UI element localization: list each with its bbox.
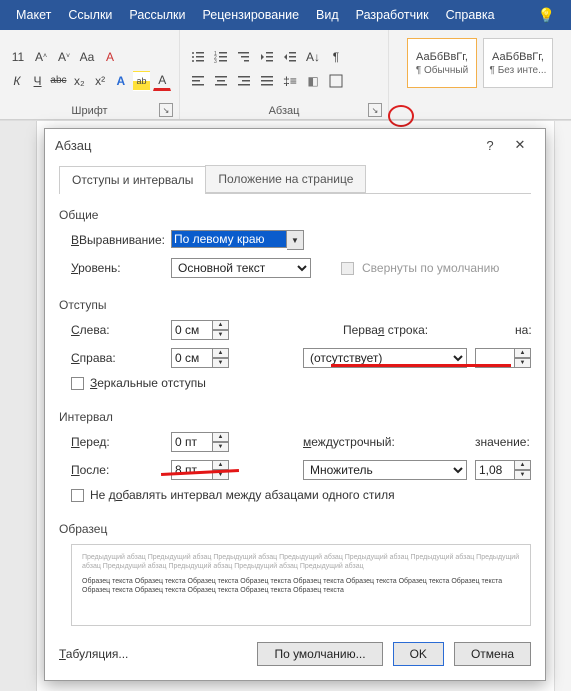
tell-me-icon[interactable]: 💡 — [532, 7, 561, 24]
line-spacing-icon[interactable]: ‡≡ — [280, 71, 300, 91]
superscript-icon[interactable]: x² — [91, 71, 109, 91]
section-preview: Образец — [59, 522, 111, 536]
dialog-title: Абзац — [55, 138, 91, 153]
sort-icon[interactable]: A↓ — [303, 47, 323, 67]
ribbon: 11 A˄ A˅ Aa A К Ч abc x₂ x² A ab A Шрифт… — [0, 30, 571, 120]
ribbon-group-label: Шрифт ↘ — [8, 103, 171, 117]
show-marks-icon[interactable]: ¶ — [326, 47, 346, 67]
multilevel-icon[interactable] — [234, 47, 254, 67]
indent-right-icon[interactable] — [280, 47, 300, 67]
tab-position[interactable]: Положение на странице — [205, 165, 366, 193]
style-normal[interactable]: АаБбВвГг, ¶ Обычный — [407, 38, 477, 88]
section-indent: Отступы — [59, 298, 110, 312]
underline-icon[interactable]: Ч — [29, 71, 47, 91]
style-no-spacing[interactable]: АаБбВвГг, ¶ Без инте... — [483, 38, 553, 88]
collapse-checkbox — [341, 262, 354, 275]
line-spacing-value[interactable] — [475, 460, 515, 480]
shrink-font-icon[interactable]: A˅ — [54, 47, 74, 67]
annotation-underline — [331, 364, 511, 367]
indent-left-input[interactable] — [171, 320, 213, 340]
menu-item[interactable]: Рассылки — [123, 8, 191, 22]
align-right-icon[interactable] — [234, 71, 254, 91]
font-color-icon[interactable]: A — [153, 71, 171, 91]
text-effects-icon[interactable]: A — [112, 71, 130, 91]
no-space-same-checkbox[interactable] — [71, 489, 84, 502]
annotation-circle — [388, 105, 414, 127]
indent-left-icon[interactable] — [257, 47, 277, 67]
grow-font-icon[interactable]: A˄ — [31, 47, 51, 67]
font-size[interactable]: 11 — [8, 47, 28, 67]
collapse-label: Свернуты по умолчанию — [362, 261, 499, 275]
alignment-select[interactable]: По левому краю — [171, 230, 287, 248]
section-general: Общие — [59, 208, 102, 222]
paragraph-dialog: Абзац ? ✕ Отступы и интервалы Положение … — [44, 128, 546, 681]
menu-item[interactable]: Рецензирование — [197, 8, 306, 22]
numbering-icon[interactable]: 123 — [211, 47, 231, 67]
mirror-checkbox[interactable] — [71, 377, 84, 390]
borders-icon[interactable] — [326, 71, 346, 91]
level-select[interactable]: Основной текст — [171, 258, 311, 278]
svg-text:3: 3 — [214, 59, 217, 64]
paragraph-launcher-icon[interactable]: ↘ — [368, 103, 382, 117]
bullets-icon[interactable] — [188, 47, 208, 67]
preview-box: Предыдущий абзац Предыдущий абзац Предыд… — [71, 544, 531, 626]
line-spacing-select[interactable]: Множитель — [303, 460, 467, 480]
spinner[interactable]: ▲▼ — [213, 432, 229, 452]
strike-icon[interactable]: abc — [49, 71, 67, 91]
space-before-input[interactable] — [171, 432, 213, 452]
clear-format-icon[interactable]: A — [100, 47, 120, 67]
menu-item[interactable]: Справка — [440, 8, 501, 22]
chevron-down-icon[interactable]: ▼ — [287, 230, 304, 250]
change-case-icon[interactable]: Aa — [77, 47, 97, 67]
indent-right-input[interactable] — [171, 348, 213, 368]
font-launcher-icon[interactable]: ↘ — [159, 103, 173, 117]
help-button[interactable]: ? — [475, 138, 505, 153]
tab-indents[interactable]: Отступы и интервалы — [59, 166, 206, 194]
align-left-icon[interactable] — [188, 71, 208, 91]
spinner[interactable]: ▲▼ — [213, 348, 229, 368]
spinner[interactable]: ▲▼ — [213, 320, 229, 340]
section-spacing: Интервал — [59, 410, 117, 424]
menu-item[interactable]: Макет — [10, 8, 57, 22]
menu-item[interactable]: Ссылки — [62, 8, 118, 22]
menu-item[interactable]: Разработчик — [350, 8, 435, 22]
cancel-button[interactable]: Отмена — [454, 642, 531, 666]
subscript-icon[interactable]: x₂ — [71, 71, 89, 91]
align-center-icon[interactable] — [211, 71, 231, 91]
menu-item[interactable]: Вид — [310, 8, 345, 22]
spinner[interactable]: ▲▼ — [515, 460, 531, 480]
align-justify-icon[interactable] — [257, 71, 277, 91]
shading-icon[interactable]: ◧ — [303, 71, 323, 91]
ok-button[interactable]: OK — [393, 642, 444, 666]
menubar: Макет Ссылки Рассылки Рецензирование Вид… — [0, 0, 571, 30]
close-button[interactable]: ✕ — [505, 137, 535, 153]
italic-icon[interactable]: К — [8, 71, 26, 91]
tabs-button[interactable]: Табуляция... — [59, 647, 128, 661]
highlight-icon[interactable]: ab — [133, 71, 151, 91]
spinner[interactable]: ▲▼ — [515, 348, 531, 368]
default-button[interactable]: По умолчанию... — [257, 642, 382, 666]
ribbon-group-label: Абзац ↘ — [188, 103, 380, 117]
